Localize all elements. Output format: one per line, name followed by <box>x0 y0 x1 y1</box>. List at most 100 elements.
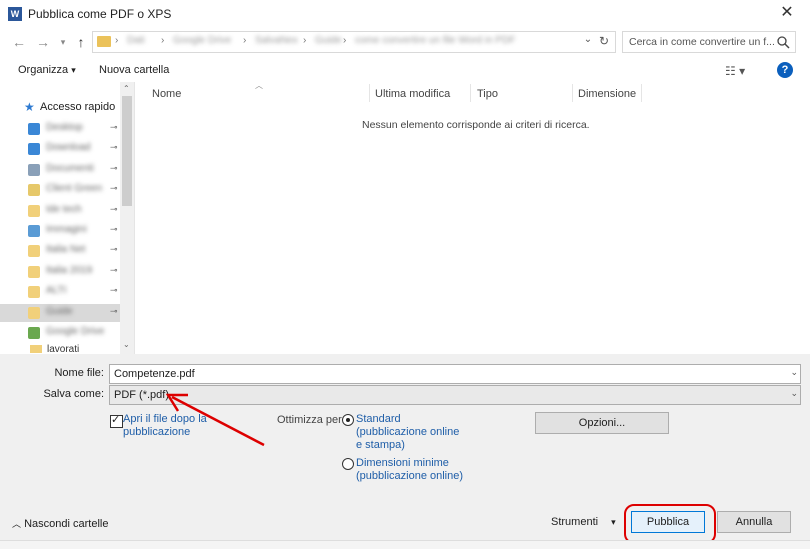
column-separator[interactable] <box>572 84 573 102</box>
pin-icon[interactable]: ⊸ <box>110 285 118 296</box>
pin-icon[interactable]: ⊸ <box>110 163 118 174</box>
filename-input[interactable]: Competenze.pdf ⌄ <box>109 364 801 384</box>
sidebar-item-label: Italia 2019 <box>46 264 93 276</box>
breadcrumb-separator: › <box>161 35 165 46</box>
chevron-down-icon: ▾ <box>71 65 76 75</box>
folder-icon <box>28 163 40 176</box>
back-arrow-icon[interactable]: ← <box>10 33 28 51</box>
tools-menu[interactable]: Strumenti ▾ <box>551 516 616 528</box>
pin-icon[interactable]: ⊸ <box>110 224 118 235</box>
sidebar-item[interactable]: Download ⊸ <box>28 140 120 158</box>
column-header-type[interactable]: Tipo <box>477 88 498 100</box>
history-dropdown-icon[interactable]: ▾ <box>56 33 70 51</box>
pane-divider[interactable] <box>134 82 135 354</box>
title-bar: W Pubblica come PDF o XPS ✕ <box>0 0 810 28</box>
breadcrumb-item[interactable]: come convertire un file Word in PDF <box>355 35 515 46</box>
red-arrow-annotation <box>165 393 265 447</box>
sidebar-item-label: Client Green <box>46 183 103 195</box>
search-icon[interactable] <box>776 35 790 49</box>
radio-minimal[interactable] <box>342 458 354 470</box>
optimize-label: Ottimizza per: <box>277 414 345 426</box>
address-dropdown-icon[interactable]: ⌄ <box>580 30 596 50</box>
chevron-down-icon[interactable]: ⌄ <box>790 388 798 399</box>
hide-folders-toggle[interactable]: ︿ Nascondi cartelle <box>12 517 108 530</box>
sort-caret-icon: ︿ <box>255 81 263 90</box>
column-header-size[interactable]: Dimensione <box>578 88 636 100</box>
sidebar-item[interactable]: Documenti ⊸ <box>28 161 120 179</box>
folder-icon <box>28 184 40 197</box>
option-standard-label[interactable]: Standard (pubblicazione online e stampa) <box>356 413 466 452</box>
help-icon[interactable]: ? <box>777 62 793 78</box>
option-minimal-label[interactable]: Dimensioni minime (pubblicazione online) <box>356 457 466 483</box>
filename-value: Competenze.pdf <box>114 368 195 380</box>
sidebar-item-label: Italia Net <box>46 244 86 256</box>
chevron-down-icon[interactable]: ⌄ <box>790 367 798 378</box>
scroll-up-icon[interactable]: ⌃ <box>123 84 130 93</box>
scroll-down-icon[interactable]: ⌄ <box>123 340 130 349</box>
sidebar-item-label: Desktop <box>46 122 83 133</box>
column-header-modified[interactable]: Ultima modifica <box>375 88 450 100</box>
forward-arrow-icon[interactable]: → <box>34 33 52 51</box>
organize-menu[interactable]: Organizza ▾ <box>18 64 76 76</box>
sidebar-item-label: ALTI <box>46 285 67 297</box>
column-separator[interactable] <box>641 84 642 102</box>
pin-icon[interactable]: ⊸ <box>110 265 118 276</box>
close-button[interactable]: ✕ <box>772 2 802 24</box>
new-folder-button[interactable]: Nuova cartella <box>99 64 169 76</box>
pin-icon[interactable]: ⊸ <box>110 122 118 133</box>
sidebar-quick-access[interactable]: Accesso rapido <box>40 101 115 113</box>
sidebar-item-label: Immagini <box>46 224 87 235</box>
breadcrumb-item[interactable]: Google Drive <box>173 35 231 46</box>
empty-list-message: Nessun elemento corrisponde ai criteri d… <box>362 119 590 131</box>
search-placeholder: Cerca in come convertire un f... <box>629 36 775 48</box>
sidebar-item-label: Download <box>46 142 91 154</box>
sidebar-item[interactable]: Client Green ⊸ <box>28 181 120 199</box>
breadcrumb-separator: › <box>115 35 119 46</box>
breadcrumb-separator: › <box>343 35 347 46</box>
pin-icon[interactable]: ⊸ <box>110 142 118 153</box>
sidebar-item[interactable]: Italia 2019 ⊸ <box>28 263 120 281</box>
search-input[interactable]: Cerca in come convertire un f... <box>622 31 796 53</box>
cancel-button[interactable]: Annulla <box>717 511 791 533</box>
refresh-icon[interactable]: ↻ <box>596 31 612 51</box>
sidebar-item[interactable]: ALTI ⊸ <box>28 283 120 301</box>
breadcrumb-separator: › <box>243 35 247 46</box>
pin-icon[interactable]: ⊸ <box>110 183 118 194</box>
sidebar-item[interactable]: Desktop ⊸ <box>28 120 120 138</box>
address-bar[interactable]: › Dati › Google Drive › SalvaNex › Guide… <box>92 31 616 53</box>
pin-icon[interactable]: ⊸ <box>110 204 118 215</box>
sidebar-item[interactable]: Immagini ⊸ <box>28 222 120 240</box>
folder-icon <box>28 143 40 156</box>
folder-icon <box>28 306 40 319</box>
pin-icon[interactable]: ⊸ <box>110 306 118 317</box>
column-separator[interactable] <box>369 84 370 102</box>
word-app-icon: W <box>8 7 22 21</box>
options-button[interactable]: Opzioni... <box>535 412 669 434</box>
view-options-icon[interactable]: ☷ ▾ <box>725 64 745 78</box>
nav-scrollbar-thumb[interactable] <box>122 96 132 206</box>
folder-icon <box>28 245 40 258</box>
pin-icon[interactable]: ⊸ <box>110 244 118 255</box>
sidebar-item[interactable]: Google Drive <box>28 324 120 342</box>
folder-icon <box>28 225 40 237</box>
tools-label: Strumenti <box>551 516 599 528</box>
savetype-label: Salva come: <box>43 388 104 400</box>
folder-icon <box>28 204 40 217</box>
chevron-up-icon: ︿ <box>12 519 22 529</box>
checkmark-icon: ✓ <box>111 414 121 426</box>
organize-label: Organizza <box>18 64 69 76</box>
up-arrow-icon[interactable]: ↑ <box>72 33 90 51</box>
folder-icon <box>97 36 111 47</box>
breadcrumb-item[interactable]: Guide <box>315 35 342 46</box>
filename-label: Nome file: <box>54 367 104 379</box>
sidebar-item-label: Documenti <box>46 162 94 174</box>
sidebar-item[interactable]: Italia Net ⊸ <box>28 242 120 260</box>
breadcrumb-item[interactable]: SalvaNex <box>255 35 298 46</box>
column-separator[interactable] <box>470 84 471 102</box>
sidebar-item-label: Guide <box>46 305 73 317</box>
sidebar-item[interactable]: Guide ⊸ <box>0 303 120 322</box>
column-header-name[interactable]: Nome <box>152 88 181 100</box>
breadcrumb-item[interactable]: Dati <box>127 35 145 46</box>
folder-icon <box>28 265 40 278</box>
sidebar-item[interactable]: Ide tech ⊸ <box>28 202 120 220</box>
